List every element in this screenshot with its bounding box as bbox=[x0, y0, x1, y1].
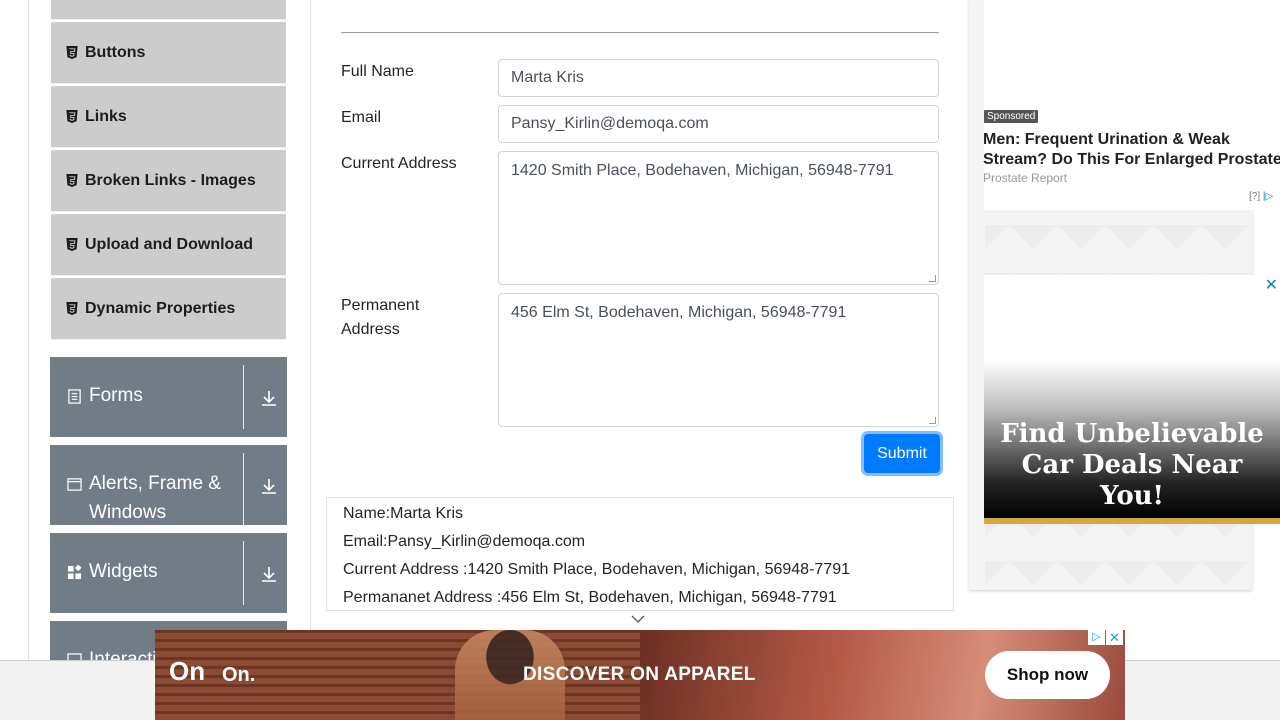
sidebar-item-label: Upload and Download bbox=[85, 235, 253, 253]
html5-icon bbox=[66, 302, 78, 315]
download-arrow-icon[interactable] bbox=[260, 389, 278, 407]
email-input[interactable]: Pansy_Kirlin@demoqa.com bbox=[498, 105, 939, 143]
banner-headline: DISCOVER ON APPAREL bbox=[523, 664, 756, 685]
widgets-icon bbox=[67, 565, 82, 580]
car-deals-ad[interactable]: ✕ Find Unbelievable Car Deals Near You! bbox=[984, 275, 1280, 524]
bottom-banner-ad[interactable]: On On. DISCOVER ON APPAREL Shop now ▷ ✕ bbox=[155, 630, 1125, 720]
close-icon[interactable]: ✕ bbox=[1265, 275, 1278, 295]
adchoices-icon[interactable]: ▷ bbox=[1088, 630, 1105, 645]
sidebar-item-label: Dynamic Properties bbox=[85, 299, 236, 317]
sidebar-item-links[interactable]: Links bbox=[51, 86, 286, 148]
form-top-divider bbox=[341, 32, 939, 33]
group-label: Alerts, Frame & bbox=[89, 473, 221, 494]
sidebar-item-broken-links[interactable]: Broken Links - Images bbox=[51, 150, 286, 212]
sidebar-item-label: Links bbox=[85, 107, 127, 125]
ad-headline[interactable]: Men: Frequent Urination & Weak Stream? D… bbox=[983, 130, 1280, 170]
window-icon bbox=[67, 478, 82, 491]
output-name: Name:Marta Kris bbox=[343, 505, 464, 522]
on-logo-icon: On bbox=[169, 656, 206, 686]
html5-icon bbox=[66, 46, 78, 59]
permanent-address-label-line1: Permanent bbox=[341, 297, 420, 314]
brand-name: On. bbox=[222, 664, 256, 686]
output-box: Name:Marta Kris Email:Pansy_Kirlin@demoq… bbox=[326, 497, 954, 611]
output-email: Email:Pansy_Kirlin@demoqa.com bbox=[343, 533, 586, 550]
resize-handle[interactable] bbox=[929, 417, 936, 424]
close-icon[interactable]: ✕ bbox=[1106, 630, 1123, 645]
ad-source[interactable]: Prostate Report bbox=[983, 171, 1067, 185]
permanent-address-textarea[interactable]: 456 Elm St, Bodehaven, Michigan, 56948-7… bbox=[498, 293, 939, 427]
full-name-input[interactable]: Marta Kris bbox=[498, 59, 939, 97]
chevron-down-icon[interactable] bbox=[631, 614, 645, 624]
sidebar-item-dynamic-properties[interactable]: Dynamic Properties bbox=[51, 278, 286, 340]
left-border bbox=[28, 0, 29, 660]
current-address-label: Current Address bbox=[341, 155, 457, 172]
document-icon bbox=[68, 389, 81, 404]
sidebar-item-buttons[interactable]: Buttons bbox=[51, 22, 286, 84]
ad-headline-line2: Stream? Do This For Enlarged Prostate bbox=[983, 151, 1280, 168]
output-current-address: Current Address :1420 Smith Place, Bodeh… bbox=[343, 561, 850, 578]
sidebar-group-widgets[interactable]: Widgets bbox=[50, 533, 287, 613]
email-label: Email bbox=[341, 109, 382, 126]
group-divider bbox=[243, 453, 244, 525]
group-divider bbox=[243, 541, 244, 605]
resize-handle[interactable] bbox=[929, 275, 936, 282]
output-permanent-address: Permananet Address :456 Elm St, Bodehave… bbox=[343, 589, 837, 606]
ad-headline-line1: Men: Frequent Urination & Weak bbox=[983, 131, 1230, 148]
full-name-label: Full Name bbox=[341, 63, 414, 80]
html5-icon bbox=[66, 110, 78, 123]
sponsored-badge: Sponsored bbox=[984, 110, 1039, 123]
html5-icon bbox=[66, 174, 78, 187]
download-arrow-icon[interactable] bbox=[260, 477, 278, 495]
content-border bbox=[310, 0, 311, 660]
permanent-address-label-line2: Address bbox=[341, 321, 400, 338]
adchoices-icon: |▷ bbox=[1262, 191, 1274, 202]
group-label: Forms bbox=[89, 385, 143, 406]
car-ad-line1: Find Unbelievable bbox=[1000, 419, 1264, 449]
current-address-textarea[interactable]: 1420 Smith Place, Bodehaven, Michigan, 5… bbox=[498, 151, 939, 285]
sidebar-group-alerts[interactable]: Alerts, Frame & Windows bbox=[50, 445, 287, 525]
permanent-address-value: 456 Elm St, Bodehaven, Michigan, 56948-7… bbox=[511, 304, 847, 321]
group-label-line2: Windows bbox=[89, 502, 167, 523]
sidebar-item-label: Buttons bbox=[85, 43, 146, 61]
permanent-address-label: Permanent Address bbox=[341, 294, 419, 342]
car-ad-line3: You! bbox=[1100, 481, 1164, 511]
shop-now-button[interactable]: Shop now bbox=[985, 651, 1110, 699]
sidebar-group-forms[interactable]: Forms bbox=[50, 357, 287, 437]
group-label: Widgets bbox=[89, 561, 158, 582]
ad-help-text: [?] bbox=[1249, 191, 1261, 202]
group-divider bbox=[243, 365, 244, 429]
car-ad-line2: Car Deals Near bbox=[1021, 450, 1243, 480]
download-arrow-icon[interactable] bbox=[260, 565, 278, 583]
html5-icon bbox=[66, 238, 78, 251]
current-address-value: 1420 Smith Place, Bodehaven, Michigan, 5… bbox=[511, 162, 894, 179]
sidebar-item-hidden[interactable] bbox=[51, 0, 286, 20]
ad-help-link[interactable]: [?] |▷ bbox=[1249, 191, 1273, 202]
submit-button[interactable]: Submit bbox=[864, 434, 940, 473]
sidebar-item-upload-download[interactable]: Upload and Download bbox=[51, 214, 286, 276]
car-ad-text: Find Unbelievable Car Deals Near You! bbox=[984, 419, 1280, 512]
sidebar-item-label: Broken Links - Images bbox=[85, 171, 256, 189]
